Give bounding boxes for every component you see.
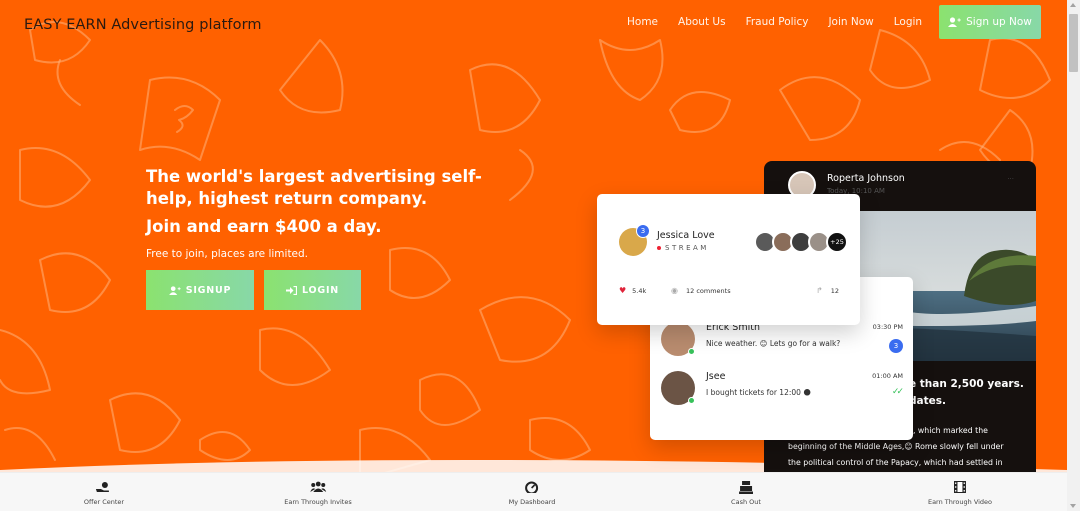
sign-in-icon <box>285 285 297 295</box>
stream-text: STREAM <box>665 244 709 252</box>
user-plus-icon <box>948 17 961 27</box>
nav-login[interactable]: Login <box>894 16 922 28</box>
scroll-up-arrow-icon[interactable] <box>1070 3 1076 7</box>
more-viewers-count: +25 <box>826 231 848 253</box>
chat-item[interactable]: Jsee I bought tickets for 12:00 🌑 01:00 … <box>661 371 904 411</box>
chat-time: 03:30 PM <box>872 323 903 331</box>
page-scrollbar[interactable] <box>1067 0 1080 511</box>
chat-message: Nice weather. 😊 Lets go for a walk? <box>706 339 841 348</box>
hero-login-label: LOGIN <box>301 284 340 296</box>
bottom-nav-earn-invites[interactable]: Earn Through Invites <box>284 481 352 506</box>
bottom-nav-label: Earn Through Video <box>927 498 993 506</box>
online-status-dot <box>688 397 695 404</box>
heart-icon: ♥ <box>619 286 627 295</box>
nav-about-us[interactable]: About Us <box>678 16 726 28</box>
hero-subtext: Free to join, places are limited. <box>146 248 309 260</box>
gauge-icon <box>525 481 539 495</box>
chat-item[interactable]: Erick Smith Nice weather. 😊 Lets go for … <box>661 322 903 362</box>
bottom-nav-label: My Dashboard <box>508 498 556 506</box>
signup-now-label: Sign up Now <box>966 16 1032 28</box>
comment-icon: ◉ <box>671 286 678 295</box>
article-body-line: beginning of the Middle Ages,😊 Rome slow… <box>788 442 1004 451</box>
chat-name: Jsee <box>706 371 726 382</box>
bottom-nav-cash-out[interactable]: Cash Out <box>731 481 761 506</box>
bottom-nav-offer-center[interactable]: Offer Center <box>84 481 124 506</box>
bottom-nav-dashboard[interactable]: My Dashboard <box>508 481 556 506</box>
live-stream-label: STREAM <box>657 244 709 252</box>
bottom-nav-label: Cash Out <box>731 498 761 506</box>
chat-message: I bought tickets for 12:00 🌑 <box>706 388 812 397</box>
article-title: e than 2,500 years. dates. <box>909 376 1024 410</box>
more-options-icon[interactable]: ··· <box>1007 175 1014 183</box>
nav-home[interactable]: Home <box>627 16 658 28</box>
hero-login-button[interactable]: LOGIN <box>264 270 361 310</box>
shares-stat[interactable]: ↱ 12 <box>816 286 839 295</box>
bottom-nav-label: Earn Through Invites <box>284 498 352 506</box>
online-status-dot <box>688 348 695 355</box>
article-title-line: e than 2,500 years. <box>909 378 1024 390</box>
author-name: Roperta Johnson <box>827 173 905 184</box>
user-plus-icon <box>168 285 181 295</box>
hero-signup-button[interactable]: SIGNUP <box>146 270 254 310</box>
share-icon: ↱ <box>816 286 823 295</box>
film-icon <box>953 481 966 495</box>
likes-count: 5.4k <box>632 287 647 295</box>
top-nav: Home About Us Fraud Policy Join Now Logi… <box>627 16 942 28</box>
hero-headline: The world's largest advertising self-hel… <box>146 167 482 208</box>
article-body-line: the political control of the Papacy, whi… <box>788 458 1003 467</box>
cash-register-icon <box>738 481 753 495</box>
article-title-line: dates. <box>909 395 946 407</box>
nav-join-now[interactable]: Join Now <box>828 16 873 28</box>
hero-signup-label: SIGNUP <box>185 284 232 296</box>
notification-badge: 3 <box>636 224 650 238</box>
chat-time: 01:00 AM <box>872 372 903 380</box>
comments-count: 12 comments <box>685 287 731 295</box>
unread-count-badge: 3 <box>889 339 903 353</box>
nav-fraud-policy[interactable]: Fraud Policy <box>746 16 809 28</box>
shares-count: 12 <box>830 287 839 295</box>
comments-stat[interactable]: ◉ 12 comments <box>671 286 731 295</box>
bottom-nav-earn-video[interactable]: Earn Through Video <box>928 481 992 506</box>
scroll-down-arrow-icon[interactable] <box>1070 504 1076 508</box>
live-dot-icon <box>657 246 661 250</box>
scroll-thumb[interactable] <box>1069 14 1078 72</box>
signup-now-button[interactable]: Sign up Now <box>939 5 1041 39</box>
read-receipt-icon: ✓✓ <box>891 387 904 397</box>
likes-stat[interactable]: ♥ 5.4k <box>619 286 646 295</box>
stream-post-card: 3 Jessica Love STREAM +25 ♥ 5.4k ◉ 12 comm… <box>597 194 860 325</box>
users-icon <box>310 481 326 495</box>
hero-earn-text: Join and earn $400 a day. <box>146 217 382 236</box>
viewer-avatars[interactable]: +25 <box>754 231 848 253</box>
hand-coin-icon <box>96 481 112 495</box>
brand-title[interactable]: EASY EARN Advertising platform <box>24 17 262 33</box>
bottom-nav-label: Offer Center <box>83 498 125 506</box>
bottom-navigation: Offer Center Earn Through Invites My Das… <box>0 472 1067 511</box>
post-author-name: Jessica Love <box>657 230 715 241</box>
